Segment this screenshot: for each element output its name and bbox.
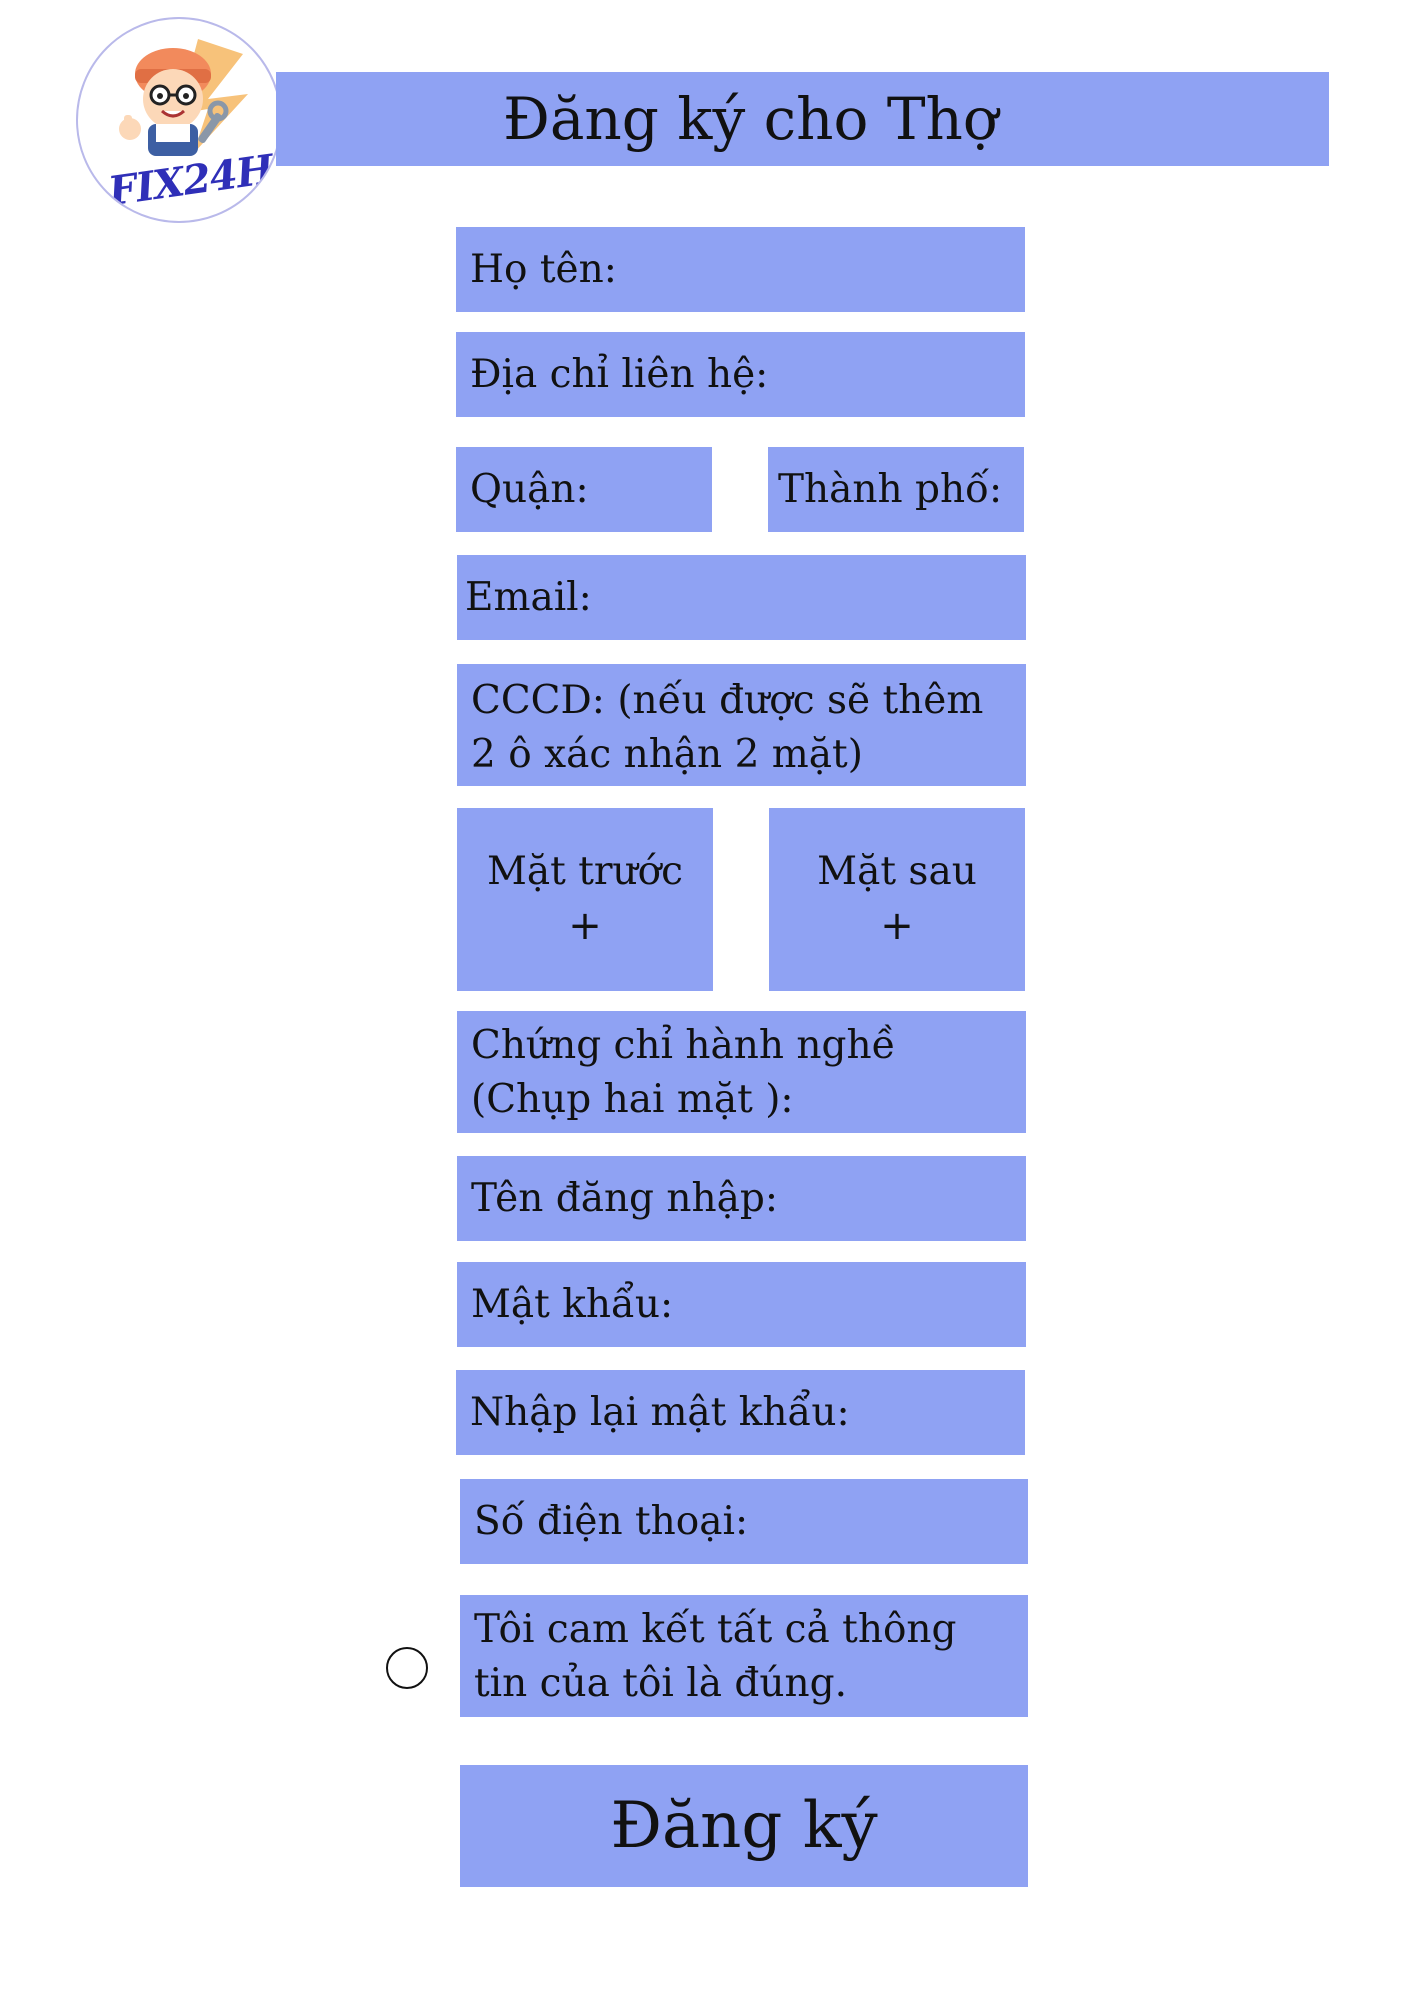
page-header: Đăng ký cho Thợ [276,72,1329,166]
district-field[interactable]: Quận: [456,447,712,532]
front-side-plus-icon: + [568,903,602,949]
certificate-field[interactable]: Chứng chỉ hành nghề (Chụp hai mặt ): [457,1011,1026,1133]
commit-label-line2: tin của tôi là đúng. [474,1661,847,1706]
email-label: Email: [465,574,592,620]
confirm-password-field[interactable]: Nhập lại mật khẩu: [456,1370,1025,1455]
phone-label: Số điện thoại: [474,1498,749,1544]
register-button[interactable]: Đăng ký [460,1765,1028,1887]
cccd-label-line2: 2 ô xác nhận 2 mặt) [471,732,863,777]
address-field[interactable]: Địa chỉ liên hệ: [456,332,1025,417]
confirm-password-label: Nhập lại mật khẩu: [470,1389,850,1435]
city-field[interactable]: Thành phố: [768,447,1024,532]
front-side-label: Mặt trước [486,849,683,894]
email-field[interactable]: Email: [457,555,1026,640]
back-side-label: Mặt sau [817,849,977,894]
certificate-label-line2: (Chụp hai mặt ): [471,1077,794,1122]
back-side-upload[interactable]: Mặt sau + [769,808,1025,991]
password-field[interactable]: Mật khẩu: [457,1262,1026,1347]
commit-radio[interactable] [386,1647,428,1689]
cccd-label-line1: CCCD: (nếu được sẽ thêm [471,678,984,723]
register-button-label: Đăng ký [610,1789,878,1863]
certificate-label-line1: Chứng chỉ hành nghề [471,1023,896,1068]
full-name-field[interactable]: Họ tên: [456,227,1025,312]
username-field[interactable]: Tên đăng nhập: [457,1156,1026,1241]
city-label: Thành phố: [778,466,1003,512]
cccd-field[interactable]: CCCD: (nếu được sẽ thêm 2 ô xác nhận 2 m… [457,664,1026,786]
commit-label-line1: Tôi cam kết tất cả thông [474,1607,957,1652]
back-side-plus-icon: + [880,903,914,949]
full-name-label: Họ tên: [470,246,617,292]
address-label: Địa chỉ liên hệ: [470,351,769,397]
password-label: Mật khẩu: [471,1281,674,1327]
commit-statement: Tôi cam kết tất cả thông tin của tôi là … [460,1595,1028,1717]
fix24h-logo: FIX24H [76,17,282,223]
phone-field[interactable]: Số điện thoại: [460,1479,1028,1564]
district-label: Quận: [470,466,589,512]
front-side-upload[interactable]: Mặt trước + [457,808,713,991]
page-title: Đăng ký cho Thợ [503,85,998,153]
username-label: Tên đăng nhập: [471,1175,779,1221]
